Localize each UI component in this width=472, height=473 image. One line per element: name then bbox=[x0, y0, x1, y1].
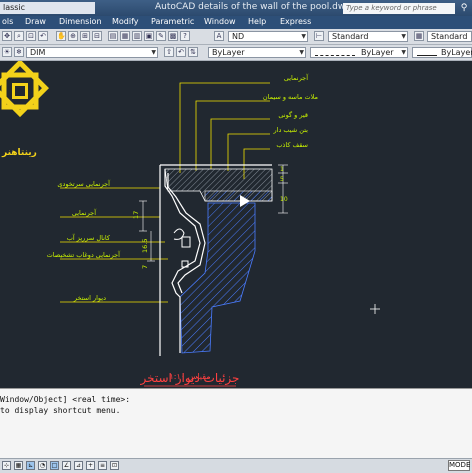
pan-icon[interactable]: ✥ bbox=[2, 31, 12, 41]
color-select[interactable]: ByLayer ▼ bbox=[208, 47, 306, 58]
top-callouts: آجرنمایی ملات ماسه و سیمان قیر و گونی بت… bbox=[263, 73, 318, 149]
menu-draw[interactable]: Draw bbox=[25, 17, 46, 26]
callout-left-1: آجرنمایی bbox=[72, 208, 97, 217]
dim-style-select[interactable]: Standard ▼ bbox=[328, 31, 408, 42]
search-input[interactable]: Type a keyword or phrase bbox=[343, 3, 455, 14]
crosshair-cursor bbox=[370, 304, 380, 314]
linetype-preview bbox=[315, 55, 355, 56]
binoculars-icon[interactable]: ⚲ bbox=[458, 3, 470, 14]
standard-toolbar: ✥ ⌕ ⊡ ↶ ✋ ⊕ ⊞ ⊟ ▤ ▦ ▥ ▣ ✎ ▩ ? A ND ▼ ⊢ St… bbox=[0, 29, 472, 45]
beam bbox=[204, 190, 273, 202]
design-center-icon[interactable]: ▦ bbox=[120, 31, 130, 41]
callout-left-4: دیوار استخر bbox=[73, 294, 106, 302]
dyn-toggle-icon[interactable]: + bbox=[86, 461, 95, 470]
lweight-toggle-icon[interactable]: ≡ bbox=[98, 461, 107, 470]
callout-top-1: ملات ماسه و سیمان bbox=[263, 93, 318, 101]
sheet-set-icon[interactable]: ▣ bbox=[144, 31, 154, 41]
zoom-extents-icon[interactable]: ⊞ bbox=[80, 31, 90, 41]
model-tab[interactable]: MODE bbox=[448, 460, 470, 471]
callout-left-2: کانال سرریز آب bbox=[67, 233, 111, 242]
properties-icon[interactable]: ▤ bbox=[108, 31, 118, 41]
status-bar: ⊹ ▦ ⊾ ◔ □ ∠ ⊿ + ≡ ⊡ MODE bbox=[0, 458, 472, 473]
menu-dimension[interactable]: Dimension bbox=[59, 17, 102, 26]
right-dim-labels: 1 5 10 bbox=[280, 166, 288, 203]
menu-bar: ols Draw Dimension Modify Parametric Win… bbox=[0, 16, 472, 29]
make-current-icon[interactable]: ⇧ bbox=[164, 47, 174, 57]
layer-state-icon[interactable]: ☀ bbox=[2, 47, 12, 57]
table-style-select[interactable]: Standard bbox=[427, 31, 472, 42]
dim-right-10: 10 bbox=[280, 196, 288, 203]
menu-help[interactable]: Help bbox=[248, 17, 266, 26]
callout-top-3: بتن شیب دار bbox=[273, 126, 309, 134]
logo-text: رینتاهنر bbox=[1, 148, 37, 158]
markup-icon[interactable]: ✎ bbox=[156, 31, 166, 41]
drawing-svg: رینتاهنر آجرنمایی ملات ماسه و سیمان قیر … bbox=[0, 59, 380, 387]
dim-7: 7 bbox=[141, 265, 149, 269]
ortho-toggle-icon[interactable]: ⊾ bbox=[26, 461, 35, 470]
zoom-window-icon[interactable]: ⊡ bbox=[26, 31, 36, 41]
menu-parametric[interactable]: Parametric bbox=[151, 17, 194, 26]
zoom-icon[interactable]: ⊕ bbox=[68, 31, 78, 41]
linetype-select[interactable]: ByLayer ▼ bbox=[310, 47, 408, 58]
lineweight-preview bbox=[417, 55, 437, 56]
workspace-selector[interactable]: lassic bbox=[0, 2, 95, 14]
left-leaders bbox=[60, 187, 168, 303]
menu-modify[interactable]: Modify bbox=[112, 17, 139, 26]
layer-previous-icon[interactable]: ↶ bbox=[176, 47, 186, 57]
ducs-toggle-icon[interactable]: ⊿ bbox=[74, 461, 83, 470]
calculator-icon[interactable]: ▩ bbox=[168, 31, 178, 41]
dim-right-5: 5 bbox=[280, 176, 284, 183]
title-bar: lassic AutoCAD details of the wall of th… bbox=[0, 0, 472, 16]
table-style-icon[interactable]: ▦ bbox=[414, 31, 424, 41]
menu-tools[interactable]: ols bbox=[2, 17, 13, 26]
snap-toggle-icon[interactable]: ⊹ bbox=[2, 461, 11, 470]
callout-top-4: سقف کاذب bbox=[276, 141, 308, 149]
polar-toggle-icon[interactable]: ◔ bbox=[38, 461, 47, 470]
layer-select[interactable]: DIM ▼ bbox=[26, 47, 158, 58]
left-callouts: آجرنمایی سرتخودی آجرنمایی کانال سرریز آب… bbox=[47, 179, 122, 302]
logo bbox=[0, 59, 49, 118]
help-icon[interactable]: ? bbox=[180, 31, 190, 41]
layer-freeze-icon[interactable]: ❄ bbox=[14, 47, 24, 57]
command-line[interactable]: Window/Object] <real time>: to display s… bbox=[0, 388, 472, 459]
layers-toolbar: ☀ ❄ DIM ▼ ⇧ ↶ ⇅ ByLayer ▼ ByLayer ▼ ByLayer bbox=[0, 45, 472, 61]
dim-16-5: 16.5 bbox=[141, 239, 149, 253]
dim-right-1: 1 bbox=[280, 166, 284, 173]
lineweight-select[interactable]: ByLayer bbox=[412, 47, 472, 58]
drawing-scale: مقیاس ۱:۱۰ bbox=[169, 372, 211, 381]
otrack-toggle-icon[interactable]: ∠ bbox=[62, 461, 71, 470]
left-dim-labels: 17 16.5 7 bbox=[132, 211, 149, 269]
text-style-select[interactable]: ND ▼ bbox=[228, 31, 308, 42]
zoom-prev-icon[interactable]: ⊟ bbox=[92, 31, 102, 41]
callout-top-2: قیر و گونی bbox=[278, 111, 308, 119]
grid-toggle-icon[interactable]: ▦ bbox=[14, 461, 23, 470]
overflow-channel bbox=[173, 228, 191, 268]
drawing-canvas[interactable]: رینتاهنر آجرنمایی ملات ماسه و سیمان قیر … bbox=[0, 59, 472, 388]
qp-toggle-icon[interactable]: ⊡ bbox=[110, 461, 119, 470]
callout-top-0: آجرنمایی bbox=[284, 73, 309, 82]
tool-palette-icon[interactable]: ▥ bbox=[132, 31, 142, 41]
layer-match-icon[interactable]: ⇅ bbox=[188, 47, 198, 57]
command-history-2: to display shortcut menu. bbox=[0, 406, 121, 415]
zoom-realtime-icon[interactable]: ⌕ bbox=[14, 31, 24, 41]
menu-express[interactable]: Express bbox=[280, 17, 311, 26]
dim-style-icon[interactable]: ⊢ bbox=[314, 31, 324, 41]
osnap-toggle-icon[interactable]: □ bbox=[50, 461, 59, 470]
dim-17: 17 bbox=[132, 211, 140, 219]
document-title: AutoCAD details of the wall of the pool.… bbox=[155, 2, 351, 12]
pan-hand-icon[interactable]: ✋ bbox=[56, 31, 66, 41]
zoom-previous-icon[interactable]: ↶ bbox=[38, 31, 48, 41]
text-style-icon[interactable]: A bbox=[214, 31, 224, 41]
command-history-1: Window/Object] <real time>: bbox=[0, 395, 131, 404]
wall-hatch bbox=[179, 202, 256, 354]
callout-left-0: آجرنمایی سرتخودی bbox=[57, 179, 111, 188]
menu-window[interactable]: Window bbox=[204, 17, 236, 26]
callout-left-3: آجرنمایی دوغاب تشخیصات bbox=[47, 250, 122, 259]
